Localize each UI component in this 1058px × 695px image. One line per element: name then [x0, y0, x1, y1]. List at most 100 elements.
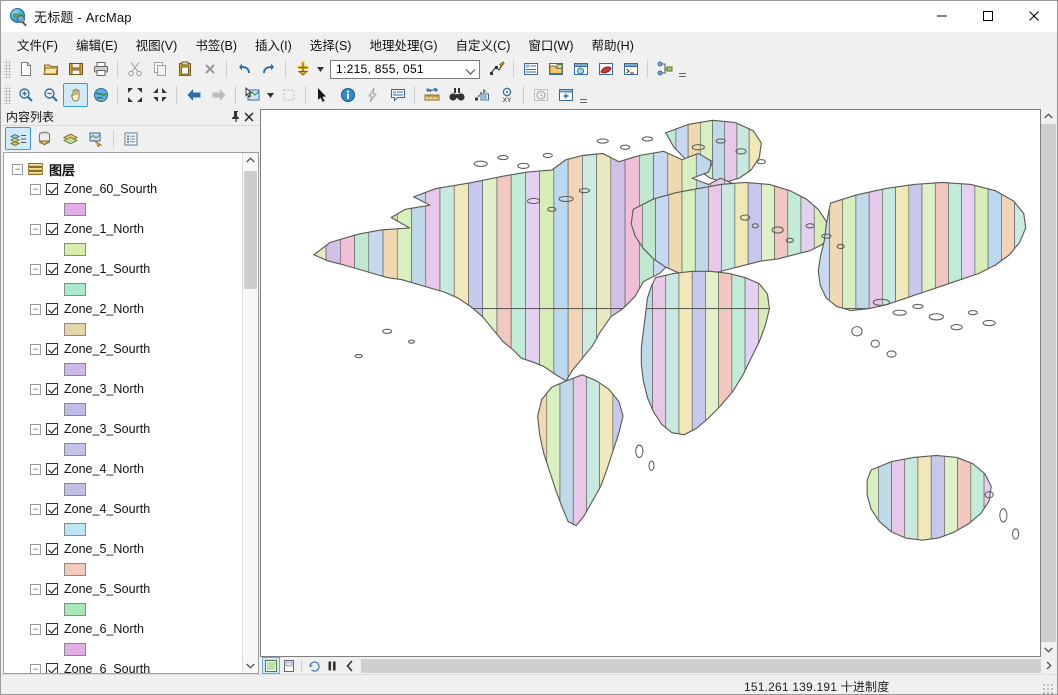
- paste-icon[interactable]: [172, 57, 197, 81]
- layer-color-swatch[interactable]: [64, 562, 86, 576]
- layer-color-swatch[interactable]: [64, 442, 86, 456]
- layer-visibility-checkbox[interactable]: [46, 543, 58, 555]
- catalog-window-icon[interactable]: [543, 57, 568, 81]
- expand-collapse-icon[interactable]: −: [30, 463, 41, 475]
- fixed-zoom-out-icon[interactable]: [147, 83, 172, 107]
- layer-visibility-checkbox[interactable]: [46, 663, 58, 673]
- data-view-button[interactable]: [262, 657, 280, 674]
- toolbar-overflow-button[interactable]: [677, 57, 688, 81]
- layer-color-swatch[interactable]: [64, 362, 86, 376]
- open-folder-icon[interactable]: [38, 57, 63, 81]
- go-back-extent-icon[interactable]: [181, 83, 206, 107]
- close-icon[interactable]: [242, 110, 255, 124]
- chevron-up-icon[interactable]: [243, 153, 258, 168]
- expand-collapse-icon[interactable]: −: [30, 543, 41, 555]
- layer-visibility-checkbox[interactable]: [46, 223, 58, 235]
- python-window-icon[interactable]: [618, 57, 643, 81]
- layer-color-swatch[interactable]: [64, 402, 86, 416]
- select-elements-arrow-icon[interactable]: [310, 83, 335, 107]
- map-scale-combobox[interactable]: 1:215, 855, 051: [330, 59, 480, 79]
- menu-help[interactable]: 帮助(H): [583, 32, 643, 57]
- expand-collapse-icon[interactable]: −: [30, 663, 41, 673]
- map-data-view[interactable]: [260, 109, 1041, 657]
- previous-extent-button[interactable]: [341, 657, 359, 674]
- layer-item-zone-5-sourth[interactable]: − Zone_5_Sourth: [4, 579, 242, 599]
- layer-item-zone-5-north[interactable]: − Zone_5_North: [4, 539, 242, 559]
- search-window-icon[interactable]: [568, 57, 593, 81]
- redo-icon[interactable]: [256, 57, 281, 81]
- toc-vertical-scrollbar[interactable]: [242, 153, 258, 673]
- layer-color-swatch[interactable]: [64, 242, 86, 256]
- editor-toolbar-icon[interactable]: [484, 57, 509, 81]
- close-button[interactable]: [1011, 1, 1057, 31]
- layer-visibility-checkbox[interactable]: [46, 623, 58, 635]
- expand-collapse-icon[interactable]: −: [30, 263, 41, 275]
- layer-item-zone-2-north[interactable]: − Zone_2_North: [4, 299, 242, 319]
- menu-bookmarks[interactable]: 书签(B): [186, 32, 246, 57]
- cut-icon[interactable]: [122, 57, 147, 81]
- layer-color-swatch[interactable]: [64, 282, 86, 296]
- expand-collapse-icon[interactable]: −: [30, 303, 41, 315]
- layer-color-swatch[interactable]: [64, 482, 86, 496]
- create-viewer-window-icon[interactable]: [553, 83, 578, 107]
- menu-edit[interactable]: 编辑(E): [67, 32, 127, 57]
- add-data-dropdown-arrow[interactable]: [315, 58, 326, 80]
- tree-root-layers[interactable]: − 图层: [4, 159, 242, 179]
- expand-collapse-icon[interactable]: −: [30, 423, 41, 435]
- pause-drawing-button[interactable]: [323, 657, 341, 674]
- layer-item-zone-60-sourth[interactable]: − Zone_60_Sourth: [4, 179, 242, 199]
- layer-color-swatch[interactable]: [64, 642, 86, 656]
- new-document-icon[interactable]: [13, 57, 38, 81]
- menu-selection[interactable]: 选择(S): [301, 32, 361, 57]
- pin-icon[interactable]: [229, 110, 242, 124]
- layer-visibility-checkbox[interactable]: [46, 303, 58, 315]
- undo-icon[interactable]: [231, 57, 256, 81]
- layout-view-button[interactable]: [280, 657, 298, 674]
- full-extent-globe-icon[interactable]: [88, 83, 113, 107]
- layer-item-zone-3-sourth[interactable]: − Zone_3_Sourth: [4, 419, 242, 439]
- map-vscroll-track[interactable]: [1041, 124, 1056, 642]
- menu-window[interactable]: 窗口(W): [519, 32, 582, 57]
- chevron-down-icon[interactable]: [1041, 642, 1056, 657]
- html-popup-icon[interactable]: [385, 83, 410, 107]
- clear-selection-icon[interactable]: [276, 83, 301, 107]
- chevron-right-icon[interactable]: [1041, 658, 1056, 673]
- zoom-in-icon[interactable]: [13, 83, 38, 107]
- map-vertical-scrollbar[interactable]: [1041, 109, 1056, 657]
- find-route-icon[interactable]: [469, 83, 494, 107]
- arctoolbox-icon[interactable]: [593, 57, 618, 81]
- layer-visibility-checkbox[interactable]: [46, 463, 58, 475]
- chevron-up-icon[interactable]: [1041, 109, 1056, 124]
- chevron-down-icon[interactable]: [460, 65, 476, 79]
- toolbar-grip[interactable]: [4, 86, 11, 104]
- toc-scrollbar-thumb[interactable]: [244, 171, 257, 289]
- menu-customize[interactable]: 自定义(C): [447, 32, 520, 57]
- hyperlink-icon[interactable]: [360, 83, 385, 107]
- layer-visibility-checkbox[interactable]: [46, 263, 58, 275]
- layer-visibility-checkbox[interactable]: [46, 503, 58, 515]
- toolbar-overflow-button[interactable]: [578, 83, 589, 107]
- layer-color-swatch[interactable]: [64, 322, 86, 336]
- expand-collapse-icon[interactable]: −: [30, 343, 41, 355]
- menu-insert[interactable]: 插入(I): [246, 32, 301, 57]
- minimize-button[interactable]: [919, 1, 965, 31]
- table-of-contents-icon[interactable]: [518, 57, 543, 81]
- layer-visibility-checkbox[interactable]: [46, 583, 58, 595]
- layer-color-swatch[interactable]: [64, 202, 86, 216]
- expand-collapse-icon[interactable]: −: [12, 163, 23, 175]
- list-by-source-icon[interactable]: [31, 127, 57, 150]
- layer-item-zone-6-sourth[interactable]: − Zone_6_Sourth: [4, 659, 242, 673]
- expand-collapse-icon[interactable]: −: [30, 583, 41, 595]
- list-by-selection-icon[interactable]: [83, 127, 109, 150]
- fixed-zoom-in-icon[interactable]: [122, 83, 147, 107]
- expand-collapse-icon[interactable]: −: [30, 383, 41, 395]
- layer-color-swatch[interactable]: [64, 522, 86, 536]
- layer-item-zone-1-sourth[interactable]: − Zone_1_Sourth: [4, 259, 242, 279]
- measure-icon[interactable]: [419, 83, 444, 107]
- layer-visibility-checkbox[interactable]: [46, 343, 58, 355]
- save-icon[interactable]: [63, 57, 88, 81]
- expand-collapse-icon[interactable]: −: [30, 183, 41, 195]
- expand-collapse-icon[interactable]: −: [30, 223, 41, 235]
- copy-icon[interactable]: [147, 57, 172, 81]
- time-slider-icon[interactable]: [528, 83, 553, 107]
